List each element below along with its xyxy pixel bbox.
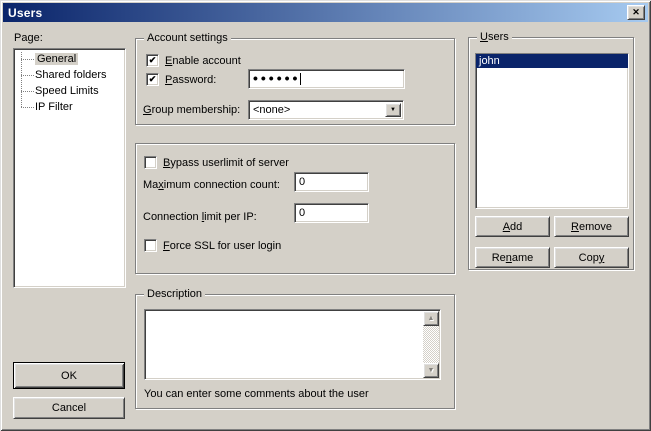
close-button[interactable]: ✕ [627,5,645,20]
password-value: •••••• [253,70,300,86]
check-icon: ✔ [149,75,157,84]
chevron-down-icon: ▼ [390,107,396,113]
scrollbar[interactable]: ▲ ▼ [423,311,439,378]
cancel-button[interactable]: Cancel [13,397,125,419]
group-membership-label: Group membership: [143,104,240,117]
description-group-title: Description [144,288,205,300]
force-ssl-label: Force SSL for user login [163,240,281,253]
description-textarea[interactable]: ▲ ▼ [144,309,441,380]
enable-account-label: Enable account [165,55,241,68]
force-ssl-checkbox[interactable] [144,239,157,252]
tree-branch-line [21,75,34,76]
bypass-userlimit-checkbox[interactable] [144,156,157,169]
cancel-button-label: Cancel [52,402,86,414]
users-list: john [475,53,629,209]
users-dialog: Users ✕ Page: General Shared folders Spe… [0,0,651,431]
add-button-label: Add [503,221,523,233]
scroll-up-button[interactable]: ▲ [423,311,439,326]
tree-branch-line [21,91,34,92]
add-button[interactable]: Add [475,216,550,237]
text-caret [300,73,301,85]
ok-button[interactable]: OK [13,362,125,389]
rename-button-label: Rename [492,252,534,264]
tree-branch-line [21,59,34,60]
remove-button[interactable]: Remove [554,216,629,237]
ip-limit-value: 0 [299,207,305,219]
rename-button[interactable]: Rename [475,247,550,268]
ok-button-label: OK [61,370,77,382]
account-settings-group-title: Account settings [144,32,231,44]
ip-limit-input[interactable]: 0 [294,203,369,223]
title-bar: Users [3,3,648,22]
description-group: Description ▲ ▼ You can enter some comme… [135,294,455,409]
copy-button[interactable]: Copy [554,247,629,268]
tree-item-label: IP Filter [35,101,73,113]
account-settings-group: Account settings ✔ Enable account ✔ Pass… [135,38,455,125]
ip-limit-label: Connection limit per IP: [143,211,257,224]
tree-item-general[interactable]: General [14,51,125,67]
enable-account-checkbox[interactable]: ✔ [146,54,159,67]
tree-item-label: Speed Limits [35,85,99,97]
group-membership-select[interactable]: <none> ▼ [248,100,404,120]
tree-item-shared-folders[interactable]: Shared folders [14,67,125,83]
password-label: Password: [165,74,216,87]
user-name: john [479,55,500,67]
tree-item-label: Shared folders [35,69,107,81]
arrow-down-icon: ▼ [428,367,435,374]
tree-item-label: General [35,53,78,65]
close-icon: ✕ [632,7,640,18]
scroll-down-button[interactable]: ▼ [423,363,439,378]
description-hint: You can enter some comments about the us… [144,388,369,401]
password-checkbox[interactable]: ✔ [146,73,159,86]
max-connection-label: Maximum connection count: [143,179,280,192]
remove-button-label: Remove [571,221,612,233]
max-connection-value: 0 [299,176,305,188]
password-input[interactable]: •••••• [248,69,405,89]
bypass-userlimit-label: Bypass userlimit of server [163,157,289,170]
window-title: Users [8,6,42,20]
check-icon: ✔ [149,56,157,65]
connection-limits-group: Bypass userlimit of server Maximum conne… [135,143,455,274]
users-group-title: Users [477,31,512,43]
max-connection-input[interactable]: 0 [294,172,369,192]
tree-branch-line [21,107,34,108]
page-label: Page: [14,32,43,45]
page-tree: General Shared folders Speed Limits IP F… [13,48,126,288]
users-group: Users john Add Remove Rename Copy [468,37,634,270]
user-list-item[interactable]: john [476,54,628,68]
arrow-up-icon: ▲ [428,315,435,322]
copy-button-label: Copy [579,252,605,264]
group-membership-value: <none> [253,104,290,116]
tree-item-ip-filter[interactable]: IP Filter [14,99,125,115]
dropdown-button[interactable]: ▼ [385,103,401,117]
tree-item-speed-limits[interactable]: Speed Limits [14,83,125,99]
